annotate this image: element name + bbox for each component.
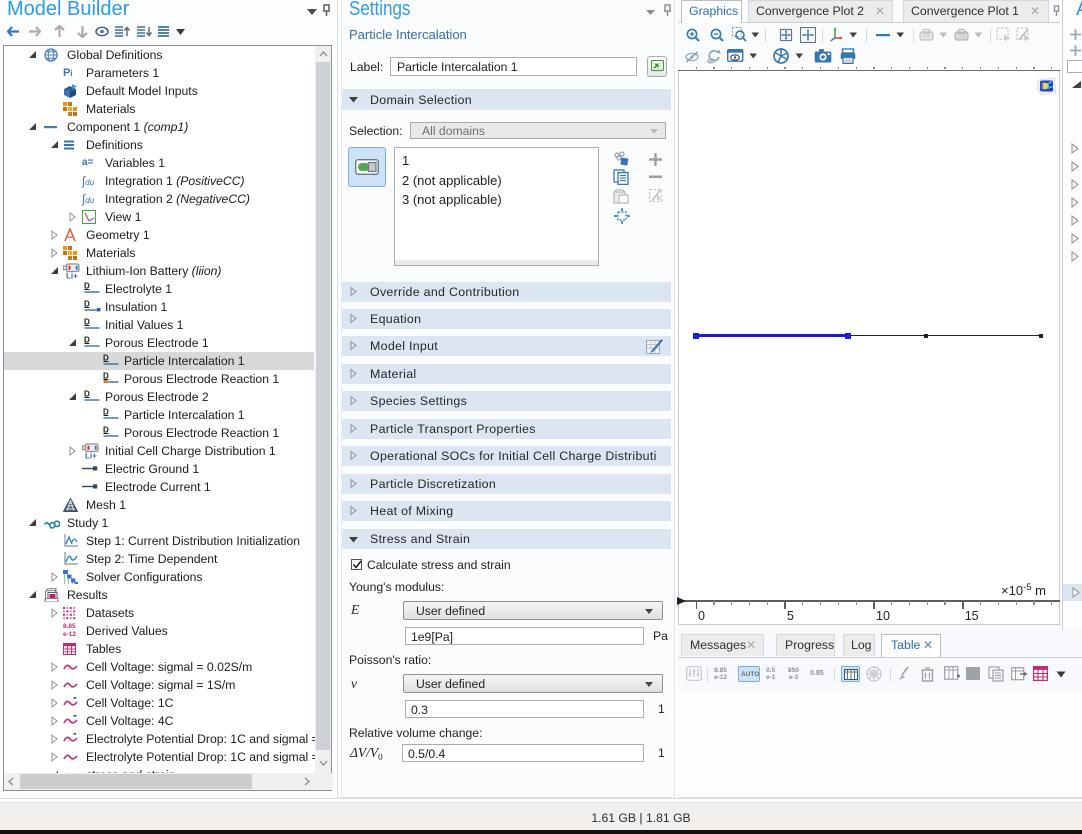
svg-text:Li+: Li+	[85, 452, 97, 460]
svg-text:Li+: Li+	[66, 272, 78, 280]
svg-text:*: *	[73, 697, 77, 704]
svg-text:*: *	[73, 733, 77, 740]
svg-text:*: *	[73, 715, 77, 722]
